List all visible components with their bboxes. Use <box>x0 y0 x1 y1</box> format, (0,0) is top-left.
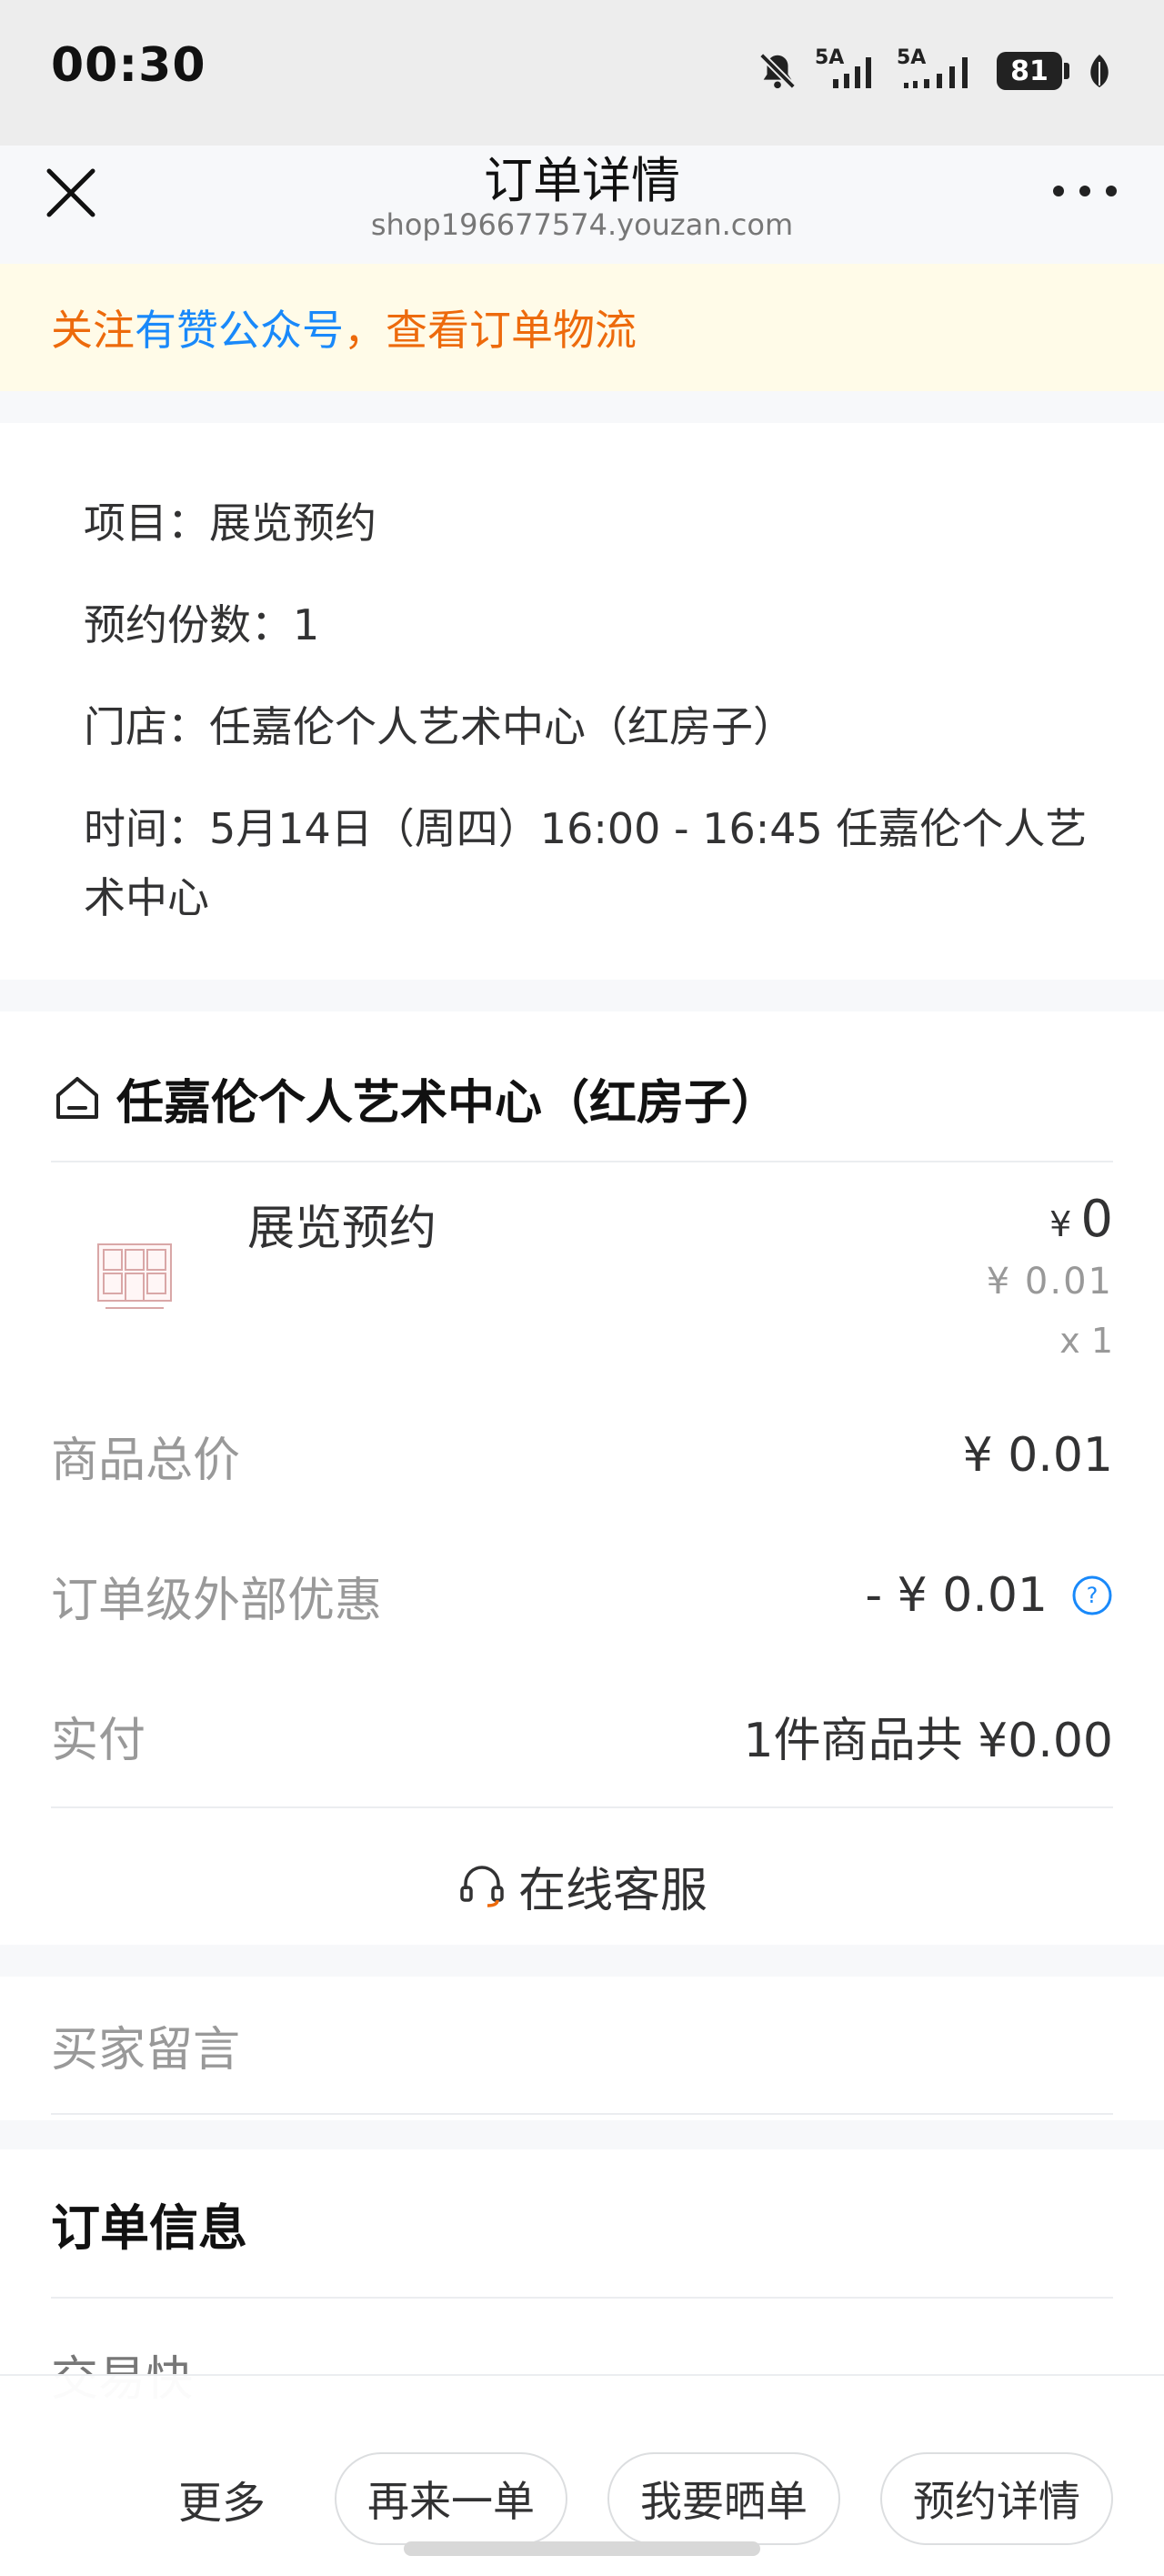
status-bar: 00:30 5A 5A 81 订单详情 shop196677574.youzan… <box>0 0 1164 242</box>
reorder-button[interactable]: 再来一单 <box>335 2452 567 2545</box>
order-goods-card: 任嘉伦个人艺术中心（红房子） 展览预约 ¥0 ¥ 0.01 x 1 商品总价 ¥… <box>0 1011 1164 1945</box>
shop-icon <box>56 1077 98 1119</box>
online-service-button[interactable]: 在线客服 <box>0 1845 1164 1927</box>
paid-value: 1件商品共 ¥0.00 <box>743 1713 1113 1768</box>
online-service-label: 在线客服 <box>517 1863 707 1918</box>
total-price-row: 商品总价 ¥ 0.01 <box>51 1419 1113 1492</box>
page-domain: shop196677574.youzan.com <box>370 207 794 242</box>
notice-suffix: ，查看订单物流 <box>344 306 637 355</box>
discount-row: 订单级外部优惠 - ¥ 0.01 ? <box>51 1559 1113 1632</box>
battery-level: 81 <box>997 52 1062 90</box>
shop-header[interactable]: 任嘉伦个人艺术中心（红房子） <box>51 1057 778 1139</box>
goods-name[interactable]: 展览预约 <box>247 1190 436 1258</box>
goods-price: ¥0 <box>1049 1190 1113 1249</box>
status-time: 00:30 <box>51 38 206 93</box>
appointment-info-card: 项目：展览预约 预约份数：1 门店：任嘉伦个人艺术中心（红房子） 时间：5月14… <box>0 423 1164 980</box>
follow-notice-bar[interactable]: 关注 有赞公众号 ，查看订单物流 <box>0 264 1164 391</box>
signal-icon: 5A <box>897 46 980 92</box>
more-menu-icon[interactable] <box>1053 182 1117 200</box>
appointment-time: 时间：5月14日（周四）16:00 - 16:45 任嘉伦个人艺术中心 <box>84 804 1088 922</box>
official-account-link[interactable]: 有赞公众号 <box>135 297 344 357</box>
divider <box>51 2297 1113 2299</box>
discount-value: - ¥ 0.01 <box>865 1568 1048 1623</box>
help-icon[interactable]: ? <box>1071 1575 1113 1616</box>
paid-label: 实付 <box>51 1713 146 1768</box>
goods-price-currency: ¥ <box>1049 1204 1072 1244</box>
discount-label: 订单级外部优惠 <box>51 1573 383 1628</box>
battery-icon: 81 <box>997 52 1069 90</box>
share-order-button[interactable]: 我要晒单 <box>607 2452 840 2545</box>
order-info-title: 订单信息 <box>51 2199 247 2257</box>
discount-value-wrap: - ¥ 0.01 ? <box>865 1568 1113 1623</box>
goods-original-price: ¥ 0.01 <box>986 1261 1113 1303</box>
booking-detail-button[interactable]: 预约详情 <box>880 2452 1113 2545</box>
appointment-project: 项目：展览预约 <box>84 498 376 548</box>
goods-quantity: x 1 <box>1059 1321 1113 1361</box>
divider <box>51 1806 1113 1808</box>
home-indicator[interactable] <box>404 2541 760 2556</box>
buyer-memo-label: 买家留言 <box>51 2023 241 2078</box>
total-price-label: 商品总价 <box>51 1433 241 1488</box>
shop-name: 任嘉伦个人艺术中心（红房子） <box>116 1075 779 1131</box>
appointment-count: 预约份数：1 <box>84 600 320 649</box>
goods-thumbnail[interactable] <box>91 1232 178 1319</box>
paid-row: 实付 1件商品共 ¥0.00 <box>51 1699 1113 1772</box>
svg-text:?: ? <box>1087 1583 1099 1608</box>
signal-icon: 5A <box>815 46 880 92</box>
status-icons: 5A 5A 81 <box>757 46 1113 95</box>
goods-price-value: 0 <box>1080 1190 1113 1249</box>
headset-icon <box>460 1866 504 1907</box>
mute-bell-icon <box>759 53 796 89</box>
divider <box>51 2113 1113 2115</box>
divider <box>51 1161 1113 1162</box>
leaf-icon <box>1090 55 1109 87</box>
appointment-store: 门店：任嘉伦个人艺术中心（红房子） <box>84 702 795 751</box>
buyer-memo-card[interactable]: 买家留言 <box>0 1977 1164 2120</box>
more-button[interactable]: 更多 <box>178 2467 266 2531</box>
total-price-value: ¥ 0.01 <box>962 1428 1113 1483</box>
page-title: 订单详情 <box>484 152 680 209</box>
notice-prefix: 关注 <box>51 306 135 355</box>
